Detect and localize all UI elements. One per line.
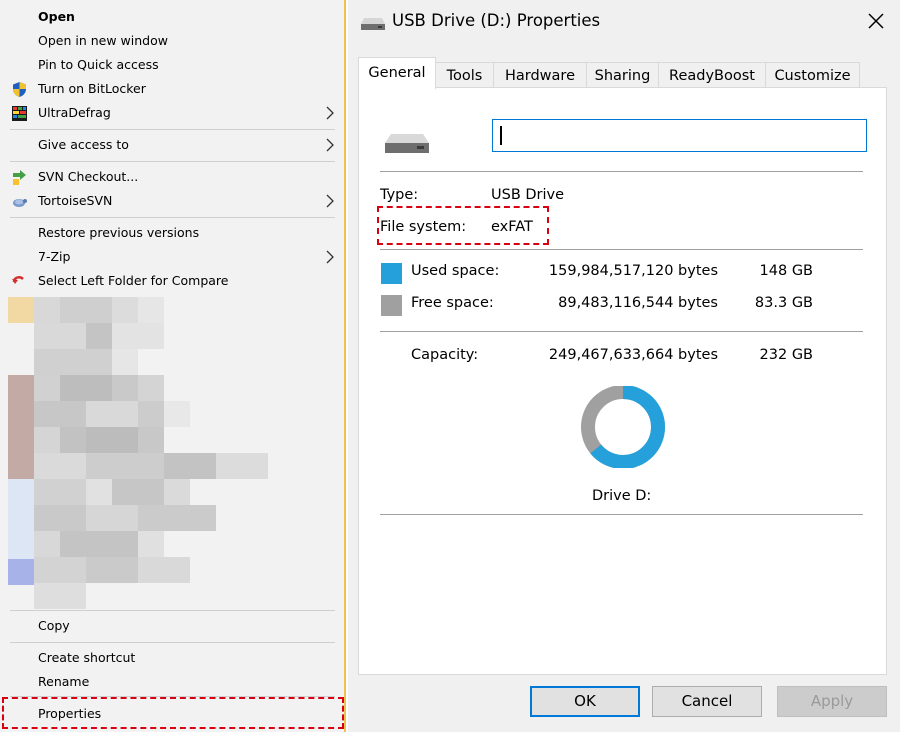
chevron-right-icon <box>324 193 336 209</box>
chevron-right-icon <box>324 249 336 265</box>
used-space-color-swatch <box>381 263 402 284</box>
tab-general[interactable]: General <box>358 57 436 89</box>
close-icon[interactable] <box>865 10 887 32</box>
type-label: Type: <box>380 187 419 203</box>
tab-readyboost[interactable]: ReadyBoost <box>658 62 766 88</box>
menu-item-label: Open in new window <box>38 33 168 48</box>
ok-button[interactable]: OK <box>530 686 640 717</box>
tab-customize[interactable]: Customize <box>765 62 860 88</box>
menu-separator <box>10 217 335 218</box>
menu-item-give-access[interactable]: Give access to <box>0 133 346 157</box>
disk-usage-donut-chart <box>581 386 665 468</box>
menu-item-create-shortcut[interactable]: Create shortcut <box>0 646 346 670</box>
free-space-label: Free space: <box>411 295 494 311</box>
text-caret <box>500 126 502 145</box>
menu-item-label: Restore previous versions <box>38 225 200 240</box>
menu-item-label: Select Left Folder for Compare <box>38 273 229 288</box>
menu-item-label: UltraDefrag <box>38 105 111 120</box>
dialog-title: USB Drive (D:) Properties <box>392 11 601 30</box>
separator-line <box>380 171 863 172</box>
menu-item-label: Give access to <box>38 137 129 152</box>
menu-item-label: Pin to Quick access <box>38 57 159 72</box>
capacity-label: Capacity: <box>411 347 479 363</box>
menu-separator <box>10 642 335 643</box>
tab-sharing[interactable]: Sharing <box>586 62 659 88</box>
tab-tools[interactable]: Tools <box>435 62 494 88</box>
properties-dialog: USB Drive (D:) Properties General Tools … <box>348 0 900 732</box>
menu-separator <box>10 161 335 162</box>
menu-item-label: 7-Zip <box>38 249 71 264</box>
capacity-bytes: 249,467,633,664 bytes <box>548 347 718 363</box>
drive-large-icon <box>383 131 431 155</box>
context-menu: Open Open in new window Pin to Quick acc… <box>0 0 346 732</box>
file-system-highlight-box <box>377 206 549 245</box>
used-space-bytes: 159,984,517,120 bytes <box>548 263 718 279</box>
usb-drive-icon <box>360 16 386 30</box>
blurred-region <box>8 297 338 610</box>
drive-name-input[interactable] <box>492 119 867 152</box>
menu-item-restore-previous[interactable]: Restore previous versions <box>0 221 346 245</box>
menu-item-open[interactable]: Open <box>0 5 346 29</box>
menu-separator <box>10 129 335 130</box>
separator-line <box>380 249 863 250</box>
free-space-gb: 83.3 GB <box>754 295 813 311</box>
menu-item-label: SVN Checkout... <box>38 169 139 184</box>
menu-item-copy[interactable]: Copy <box>0 614 346 638</box>
used-space-gb: 148 GB <box>759 263 813 279</box>
menu-item-svn-checkout[interactable]: SVN Checkout... <box>0 165 346 189</box>
menu-item-pin-quick-access[interactable]: Pin to Quick access <box>0 53 346 77</box>
menu-item-label: TortoiseSVN <box>38 193 113 208</box>
menu-item-label: Open <box>38 9 75 24</box>
menu-item-open-new-window[interactable]: Open in new window <box>0 29 346 53</box>
used-space-label: Used space: <box>411 263 500 279</box>
cancel-button[interactable]: Cancel <box>652 686 762 717</box>
menu-item-rename[interactable]: Rename <box>0 670 346 694</box>
svn-checkout-icon <box>11 169 28 186</box>
menu-item-select-left-folder[interactable]: Select Left Folder for Compare <box>0 269 346 293</box>
menu-item-label: Turn on BitLocker <box>38 81 146 96</box>
menu-item-ultradefrag[interactable]: UltraDefrag <box>0 101 346 125</box>
type-value: USB Drive <box>491 187 565 203</box>
menu-item-label: Create shortcut <box>38 650 136 665</box>
free-space-color-swatch <box>381 295 402 316</box>
properties-highlight-box <box>2 697 344 729</box>
drive-label: Drive D: <box>592 488 652 504</box>
free-space-bytes: 89,483,116,544 bytes <box>558 295 718 311</box>
menu-item-bitlocker[interactable]: Turn on BitLocker <box>0 77 346 101</box>
menu-item-label: Rename <box>38 674 90 689</box>
defrag-icon <box>11 105 28 122</box>
chevron-right-icon <box>324 137 336 153</box>
tortoise-icon <box>11 193 28 210</box>
separator-line <box>380 331 863 332</box>
compare-arrow-icon <box>11 273 28 290</box>
chevron-right-icon <box>324 105 336 121</box>
menu-item-tortoisesvn[interactable]: TortoiseSVN <box>0 189 346 213</box>
shield-icon <box>11 81 28 98</box>
separator-line <box>380 514 863 515</box>
tab-hardware[interactable]: Hardware <box>493 62 587 88</box>
menu-separator <box>10 610 335 611</box>
menu-item-label: Copy <box>38 618 70 633</box>
general-tab-panel: Type: USB Drive File system: exFAT Used … <box>358 87 887 675</box>
apply-button[interactable]: Apply <box>777 686 887 717</box>
capacity-gb: 232 GB <box>759 347 813 363</box>
menu-item-7zip[interactable]: 7-Zip <box>0 245 346 269</box>
